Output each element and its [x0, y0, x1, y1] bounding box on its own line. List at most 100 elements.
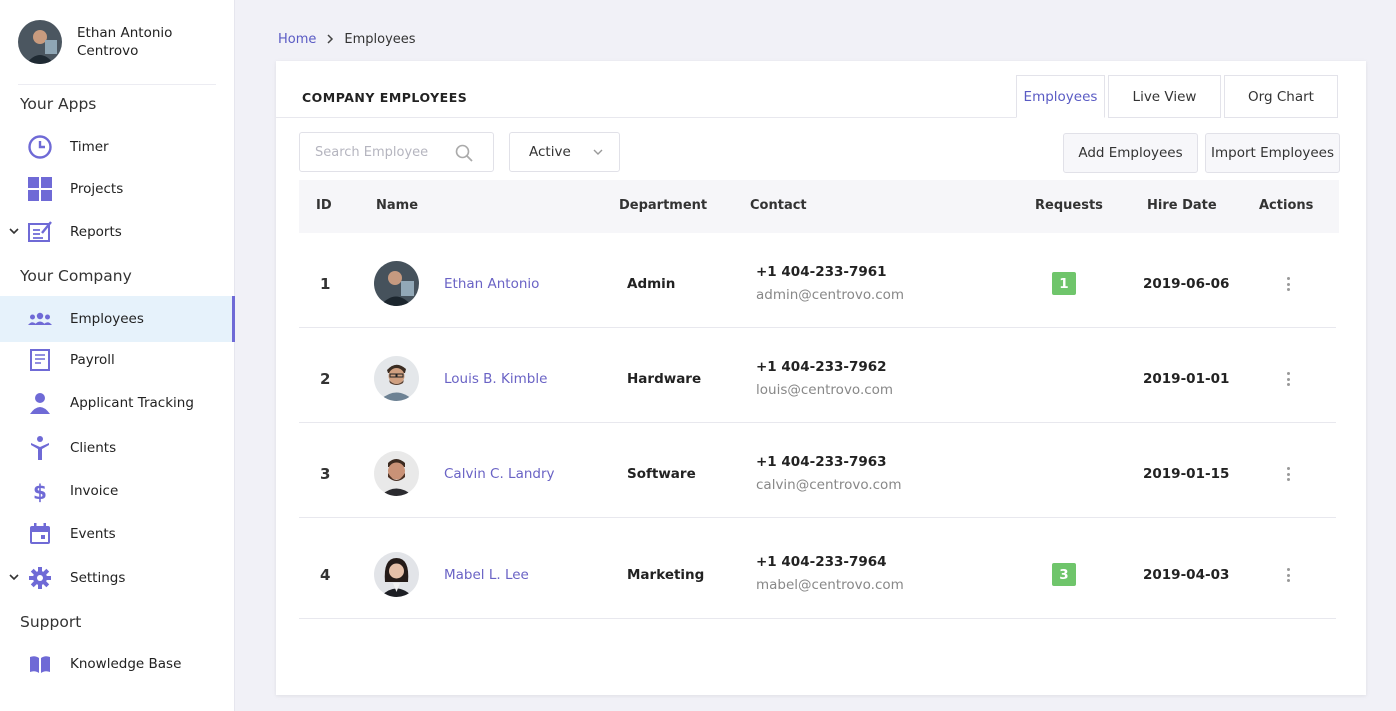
user-icon [27, 390, 53, 416]
sidebar-item-settings[interactable]: Settings [0, 555, 235, 601]
section-your-apps: Your Apps [20, 95, 97, 113]
sidebar-item-label: Knowledge Base [70, 656, 182, 672]
search-box [299, 132, 494, 172]
table-row[interactable]: 3 Calvin C. Landry Software +1 404-233-7… [299, 423, 1336, 518]
sidebar-item-employees[interactable]: Employees [0, 296, 235, 342]
sidebar-item-label: Projects [70, 181, 124, 197]
department: Hardware [627, 371, 702, 387]
avatar [18, 20, 62, 64]
employee-name-link[interactable]: Louis B. Kimble [444, 371, 547, 387]
search-input[interactable] [315, 144, 445, 160]
sidebar-item-label: Invoice [70, 483, 119, 499]
calendar-icon [27, 521, 53, 547]
table-row[interactable]: 1 Ethan Antonio Admin +1 404-233-7961 ad… [299, 233, 1336, 328]
sidebar-item-label: Payroll [70, 352, 115, 368]
column-header-name[interactable]: Name [376, 198, 418, 213]
column-header-department[interactable]: Department [619, 198, 707, 213]
email: mabel@centrovo.com [756, 577, 904, 593]
clock-icon [27, 134, 53, 160]
column-header-id[interactable]: ID [316, 198, 332, 213]
tab-employees[interactable]: Employees [1016, 75, 1105, 118]
sidebar-item-applicant-tracking[interactable]: Applicant Tracking [0, 380, 235, 426]
column-header-contact[interactable]: Contact [750, 198, 807, 213]
row-id: 1 [320, 275, 331, 293]
more-options-icon[interactable] [1281, 566, 1295, 584]
more-options-icon[interactable] [1281, 370, 1295, 388]
department: Admin [627, 276, 676, 292]
table-row[interactable]: 2 Louis B. Kimble Hardware +1 404-233-79… [299, 328, 1336, 423]
status-filter-value: Active [529, 144, 571, 160]
table-row[interactable]: 4 Mabel L. Lee Marketing +1 404-233-7964… [299, 518, 1336, 619]
page-title: COMPANY EMPLOYEES [302, 90, 468, 105]
avatar [374, 356, 419, 401]
employee-name-link[interactable]: Ethan Antonio [444, 276, 539, 292]
sidebar-item-projects[interactable]: Projects [0, 166, 235, 212]
gear-icon [27, 565, 53, 591]
breadcrumb: Home Employees [278, 32, 416, 47]
breadcrumb-current: Employees [344, 32, 416, 47]
hire-date: 2019-04-03 [1143, 567, 1230, 583]
status-filter-select[interactable]: Active [509, 132, 620, 172]
row-id: 4 [320, 566, 331, 584]
add-employees-button[interactable]: Add Employees [1063, 133, 1198, 173]
dollar-icon: $ [27, 478, 53, 504]
more-options-icon[interactable] [1281, 465, 1295, 483]
sidebar: Ethan Antonio Centrovo Your Apps Timer P… [0, 0, 235, 711]
chevron-down-icon[interactable] [9, 226, 19, 239]
sidebar-item-invoice[interactable]: $ Invoice [0, 468, 235, 514]
tab-org-chart[interactable]: Org Chart [1224, 75, 1338, 118]
sidebar-item-label: Employees [70, 311, 144, 327]
column-header-actions: Actions [1259, 198, 1314, 213]
sidebar-item-label: Events [70, 526, 116, 542]
email: admin@centrovo.com [756, 287, 905, 303]
sidebar-item-payroll[interactable]: Payroll [0, 337, 235, 383]
breadcrumb-home-link[interactable]: Home [278, 32, 316, 47]
row-id: 2 [320, 370, 331, 388]
department: Marketing [627, 567, 705, 583]
payroll-icon [27, 347, 53, 373]
section-your-company: Your Company [20, 267, 132, 285]
grid-icon [27, 176, 53, 202]
requests-badge: 1 [1052, 272, 1076, 295]
svg-text:$: $ [33, 480, 47, 504]
sidebar-item-label: Settings [70, 570, 126, 586]
chevron-right-icon [326, 33, 334, 47]
phone: +1 404-233-7964 [756, 554, 887, 570]
people-icon [27, 306, 53, 332]
import-employees-button[interactable]: Import Employees [1205, 133, 1340, 173]
client-icon [27, 435, 53, 461]
hire-date: 2019-06-06 [1143, 276, 1230, 292]
chevron-down-icon [592, 146, 604, 162]
hire-date: 2019-01-15 [1143, 466, 1230, 482]
employee-name-link[interactable]: Calvin C. Landry [444, 466, 555, 482]
email: calvin@centrovo.com [756, 477, 902, 493]
requests-badge: 3 [1052, 563, 1076, 586]
column-header-hire-date[interactable]: Hire Date [1147, 198, 1217, 213]
sidebar-item-timer[interactable]: Timer [0, 124, 235, 170]
employee-name-link[interactable]: Mabel L. Lee [444, 567, 529, 583]
hire-date: 2019-01-01 [1143, 371, 1230, 387]
column-header-requests[interactable]: Requests [1035, 198, 1103, 213]
sidebar-item-events[interactable]: Events [0, 511, 235, 557]
chevron-down-icon[interactable] [9, 572, 19, 585]
avatar [374, 451, 419, 496]
avatar [374, 552, 419, 597]
tab-live-view[interactable]: Live View [1108, 75, 1221, 118]
book-icon [27, 651, 53, 677]
sidebar-item-clients[interactable]: Clients [0, 425, 235, 471]
profile-company: Centrovo [77, 43, 139, 59]
user-profile[interactable]: Ethan Antonio Centrovo [18, 0, 216, 85]
sidebar-item-knowledge-base[interactable]: Knowledge Base [0, 641, 235, 687]
employees-card: COMPANY EMPLOYEES Employees Live View Or… [276, 61, 1366, 695]
sidebar-item-label: Reports [70, 224, 122, 240]
profile-name: Ethan Antonio [77, 25, 173, 41]
more-options-icon[interactable] [1281, 275, 1295, 293]
email: louis@centrovo.com [756, 382, 894, 398]
tabs-divider [276, 117, 1016, 118]
sidebar-item-reports[interactable]: Reports [0, 209, 235, 255]
search-icon[interactable] [455, 144, 473, 166]
report-icon [27, 219, 53, 245]
sidebar-item-label: Clients [70, 440, 117, 456]
table-header: ID Name Department Contact Requests Hire… [299, 180, 1339, 233]
row-id: 3 [320, 465, 331, 483]
